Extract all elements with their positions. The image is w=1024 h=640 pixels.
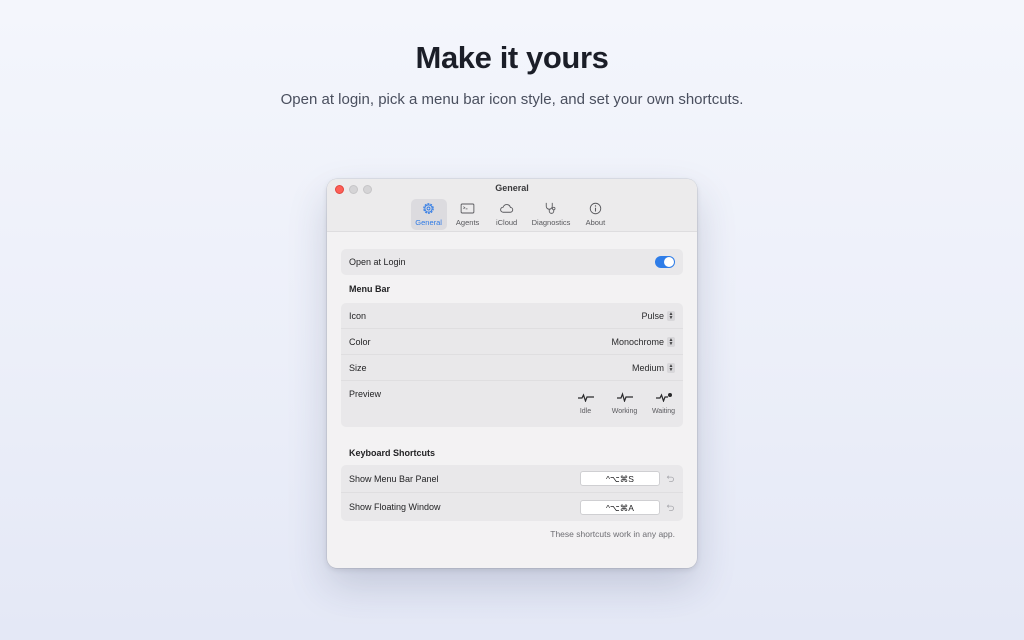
tab-label: iCloud (495, 218, 518, 227)
open-at-login-toggle[interactable] (655, 256, 675, 268)
tab-label: About (585, 218, 606, 227)
shortcut-row-floating: Show Floating Window ^⌥⌘A (341, 493, 683, 521)
gear-icon (423, 203, 434, 214)
tab-icloud[interactable]: iCloud (489, 199, 525, 230)
tab-about[interactable]: About (577, 199, 613, 230)
settings-content: Open at Login Menu Bar Icon Pulse ▲ ▼ Col… (327, 232, 697, 539)
tab-label: General (415, 218, 442, 227)
size-popup[interactable]: Medium ▲ ▼ (631, 362, 675, 373)
chevron-up-down-icon: ▲ ▼ (667, 336, 675, 347)
open-at-login-label: Open at Login (349, 257, 406, 267)
size-label: Size (349, 362, 367, 373)
shortcuts-section-title: Keyboard Shortcuts (349, 448, 436, 458)
color-value: Monochrome (611, 336, 664, 347)
preview-row: Preview Idle Working Waiting (341, 381, 683, 427)
shortcut-label: Show Menu Bar Panel (349, 473, 439, 484)
stethoscope-icon (545, 202, 555, 214)
color-popup[interactable]: Monochrome ▲ ▼ (611, 336, 675, 347)
page-subtitle: Open at login, pick a menu bar icon styl… (280, 91, 744, 108)
info-icon (589, 202, 602, 215)
preview-state-label: Waiting (651, 408, 676, 415)
icon-popup[interactable]: Pulse ▲ ▼ (641, 310, 675, 321)
tab-agents[interactable]: Agents (450, 199, 486, 230)
icon-value: Pulse (641, 310, 664, 321)
color-row: Color Monochrome ▲ ▼ (341, 329, 683, 355)
window-titlebar: General General Agents iCloud Diagnostic… (327, 179, 697, 232)
icon-label: Icon (349, 310, 367, 321)
tab-label: Diagnostics (531, 218, 571, 227)
pulse-working-icon (616, 392, 633, 402)
tab-label: Agents (455, 218, 480, 227)
color-label: Color (349, 336, 371, 347)
pulse-waiting-icon (655, 393, 672, 402)
page-title: Make it yours (415, 40, 609, 75)
open-at-login-row: Open at Login (341, 249, 683, 275)
menu-bar-section-title: Menu Bar (349, 284, 391, 294)
general-group: Open at Login (341, 249, 683, 275)
terminal-icon (460, 203, 475, 214)
preview-label: Preview (349, 389, 382, 399)
settings-toolbar: General Agents iCloud Diagnostics About (327, 199, 697, 230)
cloud-icon (500, 204, 514, 213)
shortcuts-footnote: These shortcuts work in any app. (550, 529, 675, 539)
preview-state-label: Working (611, 408, 638, 415)
pulse-idle-icon (577, 393, 594, 402)
shortcut-label: Show Floating Window (349, 502, 441, 512)
tab-general[interactable]: General (410, 199, 447, 230)
preview-waiting: Waiting (650, 389, 677, 415)
shortcuts-group: Show Menu Bar Panel ^⌥⌘S Show Floating W… (341, 465, 683, 521)
chevron-up-down-icon: ▲ ▼ (667, 362, 675, 373)
settings-window: General General Agents iCloud Diagnostic… (327, 179, 697, 568)
preview-idle: Idle (572, 389, 599, 415)
shortcut-row-panel: Show Menu Bar Panel ^⌥⌘S (341, 465, 683, 493)
icon-row: Icon Pulse ▲ ▼ (341, 303, 683, 329)
size-row: Size Medium ▲ ▼ (341, 355, 683, 381)
preview-states: Idle Working Waiting (572, 389, 677, 415)
preview-state-label: Idle (579, 408, 592, 415)
reset-icon[interactable] (666, 503, 675, 512)
window-title: General (495, 183, 529, 193)
chevron-up-down-icon: ▲ ▼ (667, 310, 675, 321)
shortcut-recorder-floating[interactable]: ^⌥⌘A (580, 499, 660, 515)
reset-icon[interactable] (666, 474, 675, 483)
tab-diagnostics[interactable]: Diagnostics (528, 199, 575, 230)
menu-bar-group: Icon Pulse ▲ ▼ Color Monochrome ▲ ▼ Size M… (341, 303, 683, 427)
preview-working: Working (611, 389, 638, 415)
size-value: Medium (631, 362, 664, 373)
shortcut-recorder-panel[interactable]: ^⌥⌘S (580, 471, 660, 486)
